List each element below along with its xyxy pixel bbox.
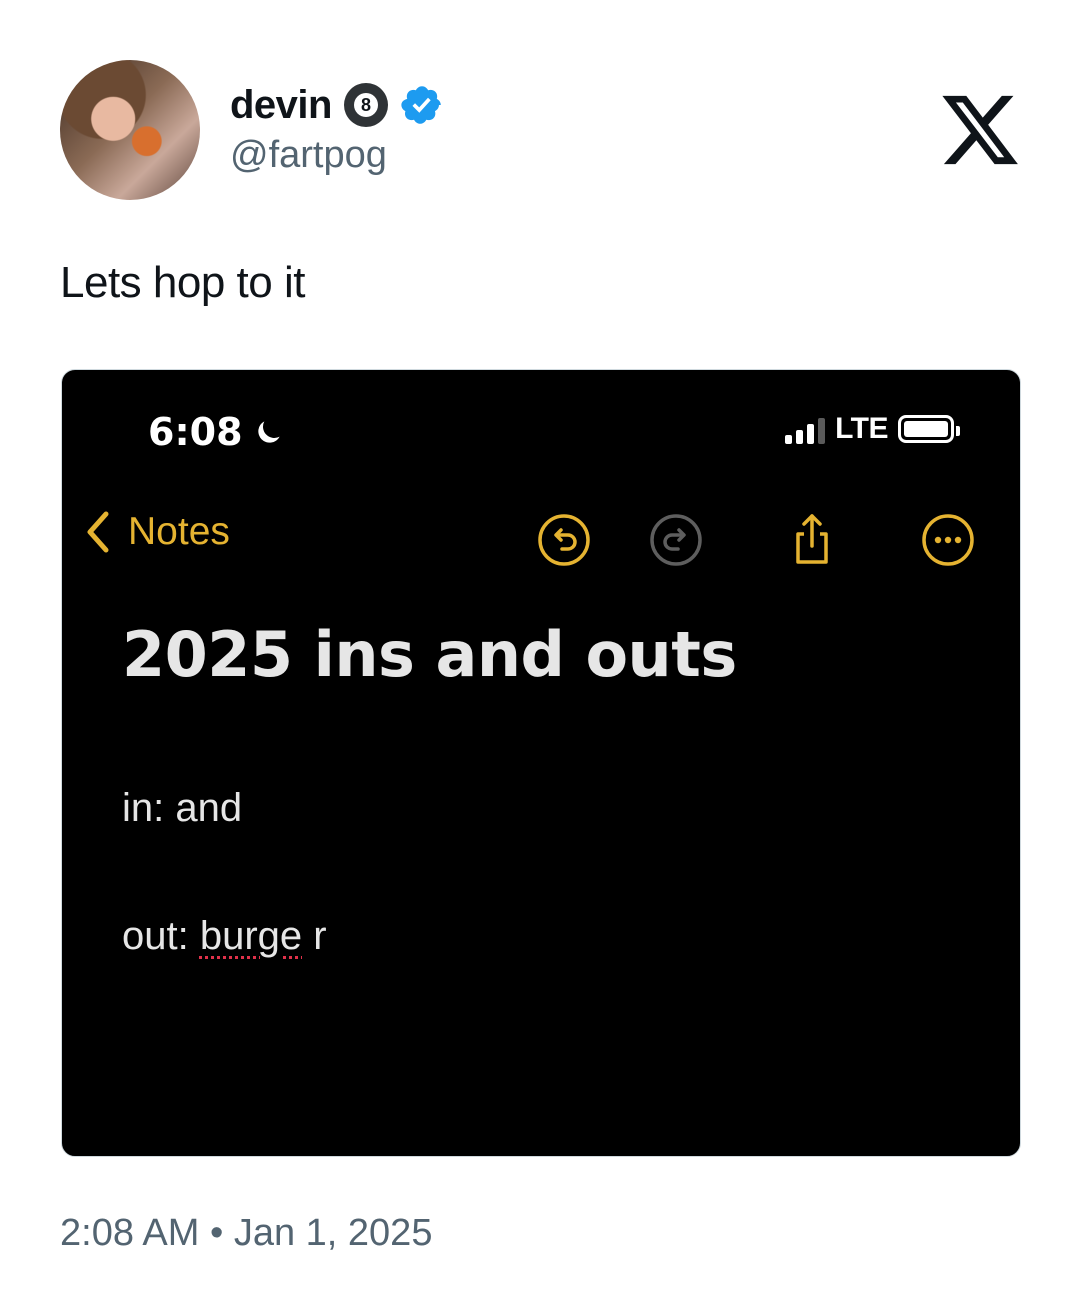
moon-icon xyxy=(257,421,280,443)
back-label: Notes xyxy=(128,510,230,553)
author-name-row: devin 8 xyxy=(230,78,444,132)
status-time-text: 6:08 xyxy=(148,410,243,454)
redo-icon[interactable] xyxy=(648,512,704,568)
tweet-timestamp[interactable]: 2:08 AM • Jan 1, 2025 xyxy=(60,1212,432,1255)
status-time: 6:08 xyxy=(148,410,285,454)
affiliate-badge-icon[interactable]: 8 xyxy=(343,83,388,127)
note-line-out[interactable]: out: burge r xyxy=(122,914,327,959)
x-logo-icon[interactable] xyxy=(938,88,1022,172)
signal-icon xyxy=(785,414,826,444)
battery-icon xyxy=(898,415,960,443)
author-name[interactable]: devin xyxy=(230,83,332,128)
author-handle[interactable]: @fartpog xyxy=(230,134,387,177)
back-button[interactable]: Notes xyxy=(82,508,230,556)
note-line-out-suffix: r xyxy=(302,914,327,958)
misspelled-word[interactable]: burge xyxy=(200,914,302,958)
undo-icon[interactable] xyxy=(536,512,592,568)
more-icon[interactable] xyxy=(920,512,976,568)
note-line-out-prefix: out: xyxy=(122,914,200,958)
chevron-left-icon xyxy=(87,511,109,553)
share-icon[interactable] xyxy=(784,512,840,568)
avatar[interactable] xyxy=(60,60,200,200)
note-title[interactable]: 2025 ins and outs xyxy=(122,618,737,691)
note-line-in[interactable]: in: and xyxy=(122,786,242,831)
tweet-media-screenshot[interactable]: 6:08 LTE Notes 2025 ins and outs in: and… xyxy=(61,369,1021,1157)
tweet-text: Lets hop to it xyxy=(60,258,305,307)
verified-icon[interactable] xyxy=(400,83,444,127)
badge-number: 8 xyxy=(353,93,378,117)
network-label: LTE xyxy=(835,412,888,445)
status-right: LTE xyxy=(785,412,960,446)
